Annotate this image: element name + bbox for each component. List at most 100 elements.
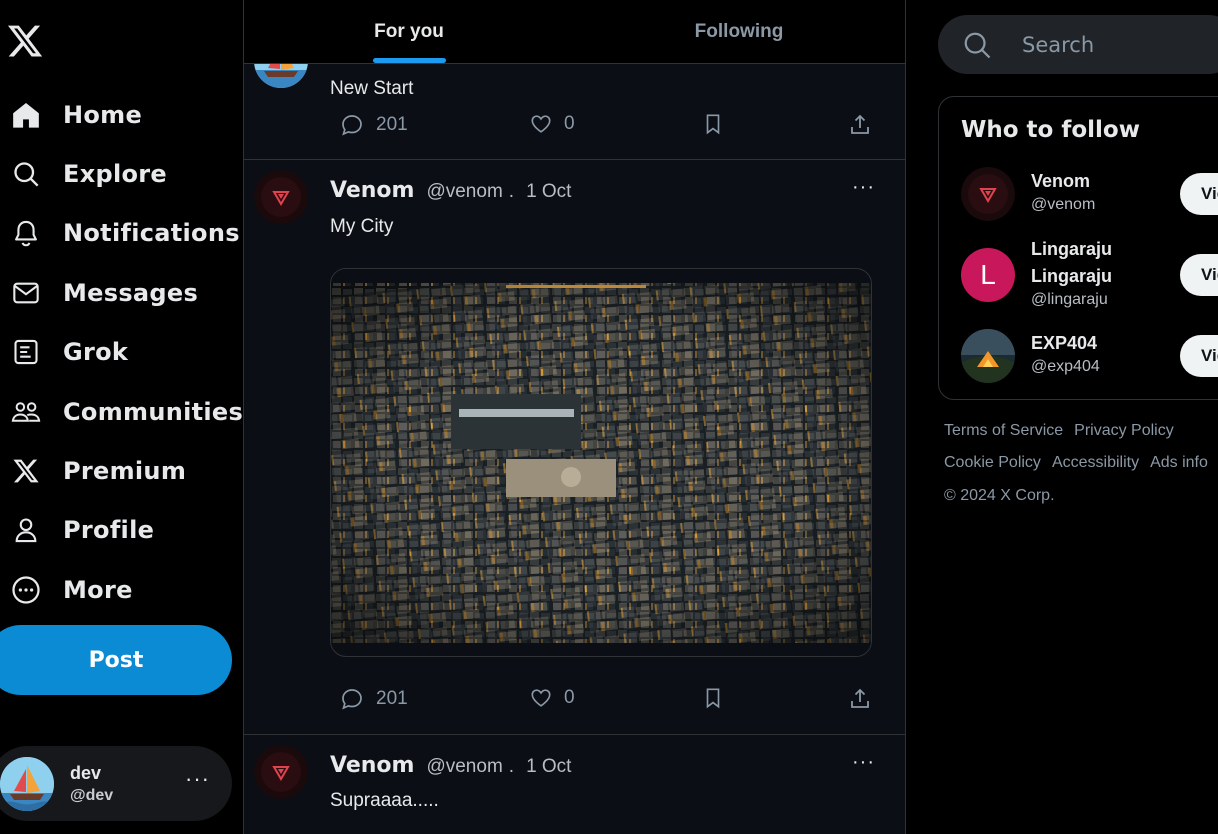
author-name[interactable]: Venom <box>330 753 414 778</box>
avatar[interactable] <box>961 329 1015 383</box>
reply-icon <box>342 115 362 136</box>
heart-icon <box>531 689 551 707</box>
separator: . <box>508 181 515 202</box>
nav-grok[interactable]: Grok <box>0 328 128 376</box>
avatar <box>0 756 54 811</box>
post-actions: 201 0 <box>340 113 876 143</box>
user-name: Venom <box>1031 171 1091 191</box>
x-logo-icon[interactable] <box>6 22 44 60</box>
nav-notifications[interactable]: Notifications <box>0 209 240 257</box>
search-icon <box>11 159 41 189</box>
post-media-image[interactable] <box>330 268 872 657</box>
nav-messages[interactable]: Messages <box>0 269 198 317</box>
aerial-city-photo <box>331 269 871 656</box>
nav-home[interactable]: Home <box>0 91 142 139</box>
nav-premium[interactable]: Premium <box>0 447 186 495</box>
share-icon <box>851 114 869 134</box>
like-count: 0 <box>564 113 575 134</box>
search-bar[interactable] <box>938 15 1218 74</box>
account-names: dev @dev <box>70 763 113 805</box>
reply-button[interactable]: 201 <box>340 687 408 711</box>
post-date[interactable]: 1 Oct <box>526 181 571 203</box>
terms-link[interactable]: Terms of Service <box>944 422 1063 439</box>
search-icon <box>964 32 991 58</box>
user-handle: @venom <box>1031 196 1096 213</box>
feed-tabs: For you Following <box>244 0 905 64</box>
person-icon <box>11 515 41 545</box>
bookmark-button[interactable] <box>702 687 724 709</box>
post-button[interactable]: Post <box>0 625 232 695</box>
like-button[interactable]: 0 <box>530 113 575 135</box>
share-button[interactable] <box>848 113 872 137</box>
like-count: 0 <box>564 687 575 708</box>
avatar[interactable] <box>254 745 308 799</box>
active-tab-indicator <box>373 58 446 63</box>
post-date[interactable]: 1 Oct <box>526 756 571 778</box>
post-text: New Start <box>330 78 414 99</box>
user-names: EXP404 @exp404 <box>1031 330 1100 377</box>
nav-communities[interactable]: Communities <box>0 388 243 436</box>
panel-title: Who to follow <box>961 117 1140 143</box>
account-switcher[interactable]: dev @dev ··· <box>0 746 232 821</box>
left-sidebar: Home Explore Notifications Messages Grok <box>0 0 244 834</box>
user-name: Lingaraju <box>1031 266 1113 286</box>
post-more-icon[interactable]: ··· <box>852 751 875 774</box>
post-actions: 201 0 <box>340 687 876 717</box>
main-feed: For you Following New Start 201 0 Venom … <box>244 0 906 834</box>
reply-count: 201 <box>376 114 408 135</box>
share-icon <box>851 688 869 708</box>
reply-count: 201 <box>376 688 408 709</box>
avatar[interactable] <box>254 170 308 224</box>
bell-icon <box>11 218 41 248</box>
grok-icon <box>11 337 41 367</box>
privacy-link[interactable]: Privacy Policy <box>1074 422 1174 439</box>
like-button[interactable]: 0 <box>530 687 575 709</box>
nav-label: Explore <box>63 160 167 188</box>
communities-icon <box>11 397 41 427</box>
user-handle: @exp404 <box>1031 358 1100 375</box>
user-name: EXP404 <box>1031 333 1098 353</box>
footer-links: Terms of Service Privacy Policy Cookie Po… <box>944 415 1218 512</box>
x-premium-icon <box>11 456 41 486</box>
copyright: © 2024 X Corp. <box>944 487 1055 504</box>
user-name: Lingaraju <box>1031 239 1113 259</box>
search-input[interactable] <box>1022 32 1218 57</box>
author-name[interactable]: Venom <box>330 178 414 203</box>
accessibility-link[interactable]: Accessibility <box>1052 454 1139 471</box>
ads-info-link[interactable]: Ads info <box>1150 454 1208 471</box>
author-handle[interactable]: @venom <box>426 181 502 203</box>
post[interactable]: Venom @venom . 1 Oct ··· My City 201 0 <box>244 160 905 735</box>
cookie-link[interactable]: Cookie Policy <box>944 454 1041 471</box>
view-button[interactable]: View <box>1180 335 1218 377</box>
nav-more[interactable]: More <box>0 566 133 614</box>
author-handle[interactable]: @venom <box>426 756 502 778</box>
avatar[interactable] <box>961 167 1015 221</box>
post[interactable]: Venom @venom . 1 Oct ··· Supraaaa..... <box>244 735 905 834</box>
share-button[interactable] <box>848 687 872 711</box>
tab-for-you[interactable]: For you <box>244 0 574 63</box>
more-circle-icon <box>11 575 41 605</box>
post-text: My City <box>330 216 394 237</box>
view-button[interactable]: View <box>1180 254 1218 296</box>
bookmark-icon <box>706 688 720 709</box>
more-icon: ··· <box>185 766 210 791</box>
reply-button[interactable]: 201 <box>340 113 408 137</box>
reply-icon <box>342 689 362 710</box>
user-handle: @lingaraju <box>1031 291 1108 308</box>
bookmark-icon <box>706 114 720 135</box>
avatar[interactable]: L <box>961 248 1015 302</box>
post-more-icon[interactable]: ··· <box>852 176 875 199</box>
post-text: Supraaaa..... <box>330 790 439 811</box>
home-icon <box>11 100 41 130</box>
nav-label: Communities <box>63 398 244 426</box>
bookmark-button[interactable] <box>702 113 724 135</box>
tab-following[interactable]: Following <box>574 0 904 63</box>
nav-profile[interactable]: Profile <box>0 506 154 554</box>
nav-explore[interactable]: Explore <box>0 150 167 198</box>
nav-label: Messages <box>63 279 199 307</box>
account-name: dev <box>70 762 102 783</box>
post-header: Venom @venom . 1 Oct <box>330 753 571 778</box>
nav-label: Premium <box>63 457 187 485</box>
view-button[interactable]: View <box>1180 173 1218 215</box>
nav-label: Profile <box>63 516 155 544</box>
